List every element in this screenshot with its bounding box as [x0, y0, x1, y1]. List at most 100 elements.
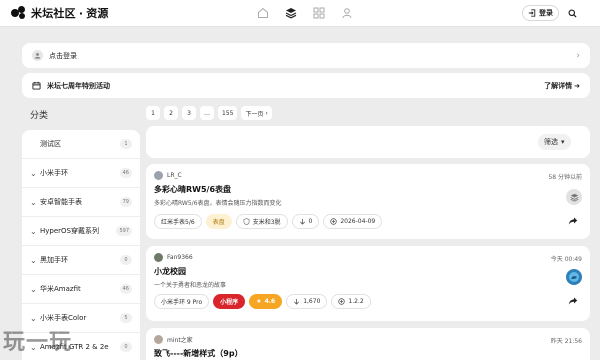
card-author[interactable]: mint之家 [154, 335, 193, 344]
card-author[interactable]: LR_C [154, 171, 182, 180]
category-count: 0 [120, 342, 132, 352]
type-tag[interactable]: 表盘 [205, 214, 232, 229]
site-logo[interactable]: 米坛社区 · 资源 [11, 5, 109, 21]
login-prompt: 点击登录 [49, 51, 77, 60]
resource-title[interactable]: 小龙校园 [154, 266, 186, 277]
version-chip: 1.2.2 [331, 294, 371, 309]
author-avatar [154, 335, 163, 344]
category-count: 46 [119, 168, 132, 178]
page-button[interactable]: 1 [146, 106, 160, 120]
category-label: 小米手环 [40, 169, 68, 177]
author-avatar [154, 253, 163, 262]
resource-thumbnail[interactable] [566, 269, 582, 285]
category-count: 5 [120, 313, 132, 323]
chevron-right-icon: › [263, 109, 268, 117]
chevron-down-icon[interactable]: ⌄ [30, 314, 40, 323]
post-time: 今天 00:49 [550, 256, 582, 263]
share-icon [568, 217, 578, 225]
calendar-icon [32, 81, 41, 90]
version-value: 1.2.2 [348, 298, 364, 305]
category-item[interactable]: ⌄ 华米Amazfit 46 [22, 275, 140, 304]
category-label: 测试区 [40, 140, 61, 148]
login-banner[interactable]: 点击登录 › [22, 43, 590, 68]
download-value: 0 [308, 218, 313, 225]
next-page-label: 下一页 [245, 110, 264, 118]
download-count: 1,670 [286, 294, 328, 309]
compat-chip: 支米和3脱 [235, 214, 288, 229]
resource-card[interactable]: mint之家 昨天 21:56 致飞----新增样式（9p） [146, 328, 590, 360]
card-meta: 小米手环 9 Pro 小程序 ★ 4.6 1,670 1.2.2 [154, 294, 371, 309]
login-icon [528, 9, 536, 17]
resource-title[interactable]: 多彩心晴RW5/6表盘 [154, 184, 231, 195]
home-icon[interactable] [256, 6, 270, 20]
shield-icon [243, 218, 250, 225]
category-item[interactable]: ⌄ HyperOS穿戴系列 597 [22, 217, 140, 246]
compat-label: 支米和3脱 [252, 219, 281, 226]
search-icon [568, 9, 577, 18]
login-label: 登录 [539, 9, 553, 17]
user-avatar-icon [32, 50, 43, 61]
next-page-button[interactable]: 下一页 › [241, 106, 272, 120]
post-time: 昨天 21:56 [550, 338, 582, 345]
page-button[interactable]: 155 [218, 106, 238, 120]
caret-down-icon: ▾ [561, 138, 565, 146]
author-avatar [154, 171, 163, 180]
chevron-down-icon[interactable]: ⌄ [30, 169, 40, 178]
event-details-link[interactable]: 了解详情 ➜ [544, 81, 580, 91]
category-label: 黑加手环 [40, 256, 68, 264]
arrow-right-icon: ➜ [574, 81, 580, 90]
star-icon: ★ [256, 298, 262, 305]
category-item[interactable]: 测试区 1 [22, 130, 140, 159]
resource-card[interactable]: Fan9366 今天 00:49 小龙校园 一个关于勇者和恶龙的故事 小米手环 … [146, 246, 590, 321]
share-button[interactable] [568, 216, 580, 228]
category-label: 小米手表Color [40, 314, 87, 322]
category-heading: 分类 [30, 111, 49, 121]
layers-icon[interactable] [284, 6, 298, 20]
rating-chip: ★ 4.6 [249, 294, 283, 309]
type-tag[interactable]: 小程序 [213, 294, 246, 309]
resource-title[interactable]: 致飞----新增样式（9p） [154, 348, 243, 359]
category-count: 79 [119, 197, 132, 207]
share-icon [568, 297, 578, 305]
title-separator: · [78, 6, 84, 20]
category-count: 597 [116, 226, 132, 236]
card-meta: 红米手表5/6 表盘 支米和3脱 0 2026-04-09 [154, 214, 383, 229]
filter-label: 筛选 [544, 138, 558, 146]
card-author[interactable]: Fan9366 [154, 253, 193, 262]
category-item[interactable]: ⌄ 小米手环 46 [22, 159, 140, 188]
rating-value: 4.6 [264, 298, 276, 305]
search-button[interactable] [564, 5, 581, 22]
device-chip[interactable]: 小米手环 9 Pro [154, 294, 210, 309]
author-name: mint之家 [167, 337, 193, 344]
event-banner[interactable]: 米坛七周年特别活动 了解详情 ➜ [22, 73, 590, 98]
release-date: 2026-04-09 [323, 214, 383, 229]
filter-dropdown[interactable]: 筛选 ▾ [538, 134, 571, 150]
chevron-down-icon[interactable]: ⌄ [30, 227, 40, 236]
arrow-down-icon [299, 218, 305, 225]
page-button[interactable]: 3 [182, 106, 196, 120]
section-title: 资源 [86, 7, 109, 20]
top-bar: 米坛社区 · 资源 登录 [0, 0, 600, 27]
device-chip[interactable]: 红米手表5/6 [154, 214, 202, 229]
author-name: Fan9366 [167, 254, 193, 261]
date-value: 2026-04-09 [340, 218, 376, 225]
chevron-right-icon: › [576, 50, 580, 61]
download-value: 1,670 [303, 298, 321, 305]
page-ellipsis: … [200, 106, 214, 120]
post-time: 58 分钟以前 [548, 174, 582, 181]
plus-circle-icon [338, 298, 346, 305]
share-button[interactable] [568, 296, 580, 308]
logo-icon [11, 6, 28, 20]
resource-thumbnail[interactable] [566, 189, 582, 205]
category-item[interactable]: ⌄ 安卓智能手表 79 [22, 188, 140, 217]
page-button[interactable]: 2 [164, 106, 178, 120]
grid-icon[interactable] [312, 6, 326, 20]
filter-bar: 筛选 ▾ [146, 126, 590, 158]
chevron-down-icon[interactable]: ⌄ [30, 198, 40, 207]
chevron-down-icon[interactable]: ⌄ [30, 256, 40, 265]
category-item[interactable]: ⌄ 黑加手环 0 [22, 246, 140, 275]
chevron-down-icon[interactable]: ⌄ [30, 285, 40, 294]
resource-card[interactable]: LR_C 58 分钟以前 多彩心晴RW5/6表盘 多彩心晴RW5/6表盘，表情会… [146, 164, 590, 239]
login-button[interactable]: 登录 [522, 5, 559, 21]
user-icon[interactable] [340, 6, 354, 20]
